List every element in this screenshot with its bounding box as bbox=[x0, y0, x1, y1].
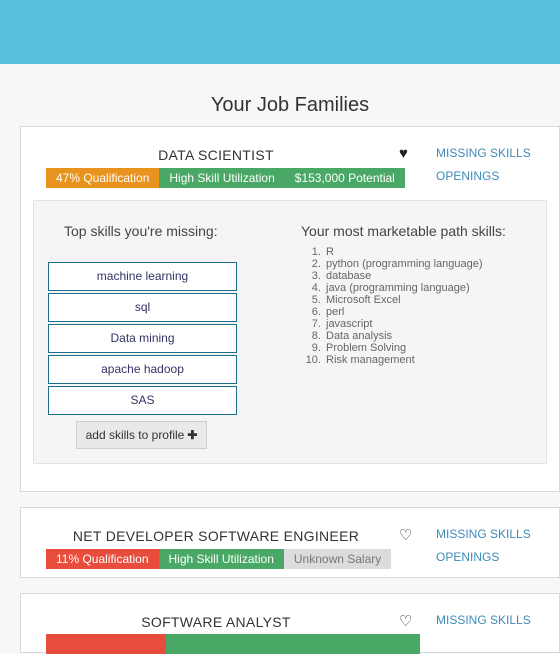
marketable-skill-item: R bbox=[324, 246, 483, 258]
missing-skill-item[interactable]: SAS bbox=[48, 386, 237, 415]
job-stats-bar bbox=[46, 634, 420, 654]
qualification-badge: 11% Qualification bbox=[46, 549, 159, 569]
add-skills-label: add skills to profile bbox=[85, 428, 185, 442]
missing-skills-link[interactable]: MISSING SKILLS bbox=[436, 527, 531, 541]
marketable-skill-item: database bbox=[324, 270, 483, 282]
job-stats-bar: 11% Qualification High Skill Utilization… bbox=[46, 549, 392, 569]
add-skills-button[interactable]: add skills to profile ✚ bbox=[76, 421, 207, 449]
page-title: Your Job Families bbox=[210, 94, 370, 116]
marketable-skill-item: javascript bbox=[324, 318, 483, 330]
qualification-badge bbox=[46, 634, 166, 654]
missing-skills-link[interactable]: MISSING SKILLS bbox=[436, 613, 531, 627]
marketable-skills-list: R python (programming language) database… bbox=[302, 246, 483, 366]
missing-skill-item[interactable]: machine learning bbox=[48, 262, 237, 291]
skills-panel: Top skills you're missing: machine learn… bbox=[33, 200, 547, 464]
heart-outline-icon[interactable]: ♡ bbox=[399, 526, 412, 544]
missing-skills-link[interactable]: MISSING SKILLS bbox=[436, 146, 531, 160]
salary-badge: Unknown Salary bbox=[283, 549, 392, 569]
utilization-badge: High Skill Utilization bbox=[159, 168, 285, 188]
qualification-badge: 47% Qualification bbox=[46, 168, 160, 188]
openings-link[interactable]: OPENINGS bbox=[436, 550, 499, 564]
marketable-skills-heading: Your most marketable path skills: bbox=[301, 223, 506, 239]
marketable-skill-item: Data analysis bbox=[324, 330, 483, 342]
heart-filled-icon[interactable]: ♥ bbox=[399, 145, 408, 162]
top-header-bar bbox=[0, 0, 560, 64]
job-family-card-data-scientist: DATA SCIENTIST 47% Qualification High Sk… bbox=[20, 126, 560, 492]
job-title: DATA SCIENTIST bbox=[158, 147, 274, 163]
marketable-skill-item: Microsoft Excel bbox=[324, 294, 483, 306]
missing-skills-list: machine learning sql Data mining apache … bbox=[48, 262, 237, 417]
missing-skill-item[interactable]: Data mining bbox=[48, 324, 237, 353]
job-stats-bar: 47% Qualification High Skill Utilization… bbox=[46, 168, 405, 188]
marketable-skill-item: Risk management bbox=[324, 354, 483, 366]
marketable-skill-item: java (programming language) bbox=[324, 282, 483, 294]
marketable-skill-item: Problem Solving bbox=[324, 342, 483, 354]
missing-skills-heading: Top skills you're missing: bbox=[64, 223, 218, 239]
missing-skill-item[interactable]: apache hadoop bbox=[48, 355, 237, 384]
missing-skill-item[interactable]: sql bbox=[48, 293, 237, 322]
job-family-card-software-analyst: SOFTWARE ANALYST ♡ MISSING SKILLS bbox=[20, 593, 560, 654]
marketable-skill-item: python (programming language) bbox=[324, 258, 483, 270]
marketable-skill-item: perl bbox=[324, 306, 483, 318]
openings-link[interactable]: OPENINGS bbox=[436, 169, 499, 183]
job-title: SOFTWARE ANALYST bbox=[141, 614, 291, 630]
utilization-badge bbox=[166, 634, 420, 654]
utilization-badge: High Skill Utilization bbox=[158, 549, 284, 569]
job-title: NET DEVELOPER SOFTWARE ENGINEER bbox=[72, 528, 360, 544]
heart-outline-icon[interactable]: ♡ bbox=[399, 612, 412, 630]
plus-icon: ✚ bbox=[187, 428, 198, 442]
salary-badge: $153,000 Potential bbox=[284, 168, 405, 188]
job-family-card-net-developer: NET DEVELOPER SOFTWARE ENGINEER 11% Qual… bbox=[20, 507, 560, 578]
